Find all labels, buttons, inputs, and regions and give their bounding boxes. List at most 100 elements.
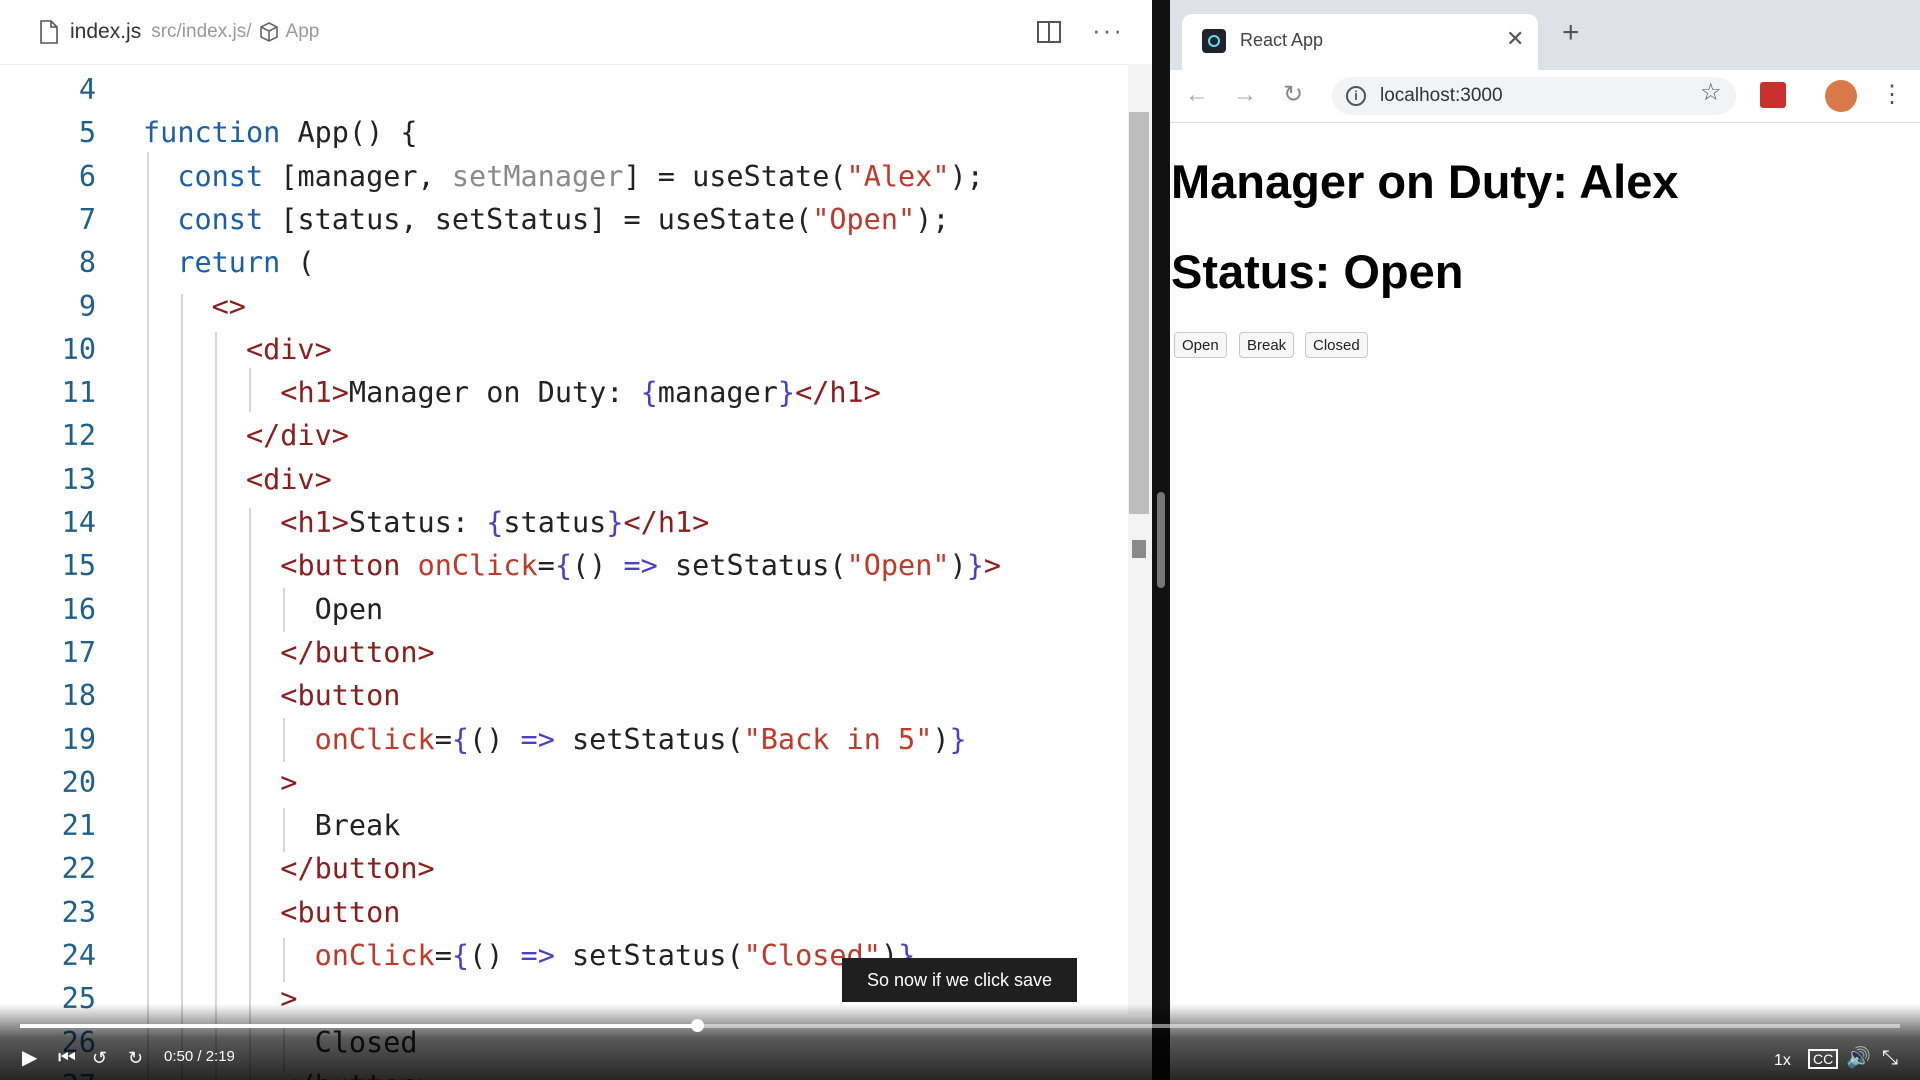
pane-resize-handle[interactable] (1157, 492, 1165, 588)
code-line[interactable]: 14 <h1>Status: {status}</h1> (0, 501, 1128, 544)
code-token: Open (143, 592, 384, 626)
code-line[interactable]: 9 <> (0, 285, 1128, 328)
code-line[interactable]: 23 <button (0, 891, 1128, 934)
line-number: 11 (61, 376, 96, 410)
tab-title: React App (1240, 30, 1324, 50)
code-line[interactable]: 17 </button> (0, 631, 1128, 674)
code-line[interactable]: 21 Break (0, 804, 1128, 847)
code-editor-pane: index.js src/index.js/ App ··· 4 5 functio… (0, 0, 1152, 1080)
address-bar[interactable]: i localhost:3000 (1332, 77, 1736, 115)
playback-speed[interactable]: 1x (1774, 1049, 1791, 1073)
code-text: <h1>Manager on Duty: {manager}</h1> (143, 371, 881, 414)
file-name[interactable]: index.js (70, 20, 141, 44)
code-token: </div> (245, 419, 349, 453)
rewind-10-icon[interactable]: ↺ (92, 1046, 107, 1070)
code-line[interactable]: 13 <div> (0, 458, 1128, 501)
code-token: Break (143, 809, 401, 843)
fullscreen-exit-icon[interactable]: ⤡ (1882, 1046, 1898, 1070)
code-line[interactable]: 16 Open (0, 588, 1128, 631)
code-line[interactable]: 5 function App() { (0, 111, 1128, 154)
skip-back-icon[interactable]: ⏮ (58, 1046, 76, 1070)
line-number: 18 (61, 679, 96, 713)
code-token: <button (280, 679, 401, 713)
code-token: </button> (280, 852, 435, 886)
line-number: 14 (61, 506, 96, 539)
progress-bar[interactable] (20, 1019, 1900, 1032)
volume-icon[interactable]: 🔊 (1846, 1046, 1871, 1070)
symbol-name[interactable]: App (286, 21, 320, 43)
break-button[interactable]: Break (1239, 332, 1295, 358)
video-controls: ▶ ⏮ ↺ ↻ 0:50 / 2:19 1x CC 🔊 ⤡ (0, 1004, 1920, 1080)
back-arrow-icon[interactable]: ← (1182, 80, 1212, 110)
line-number: 24 (61, 939, 96, 972)
code-line[interactable]: 4 (0, 68, 1128, 111)
code-token: () (572, 549, 624, 583)
code-token: <div> (245, 462, 332, 496)
profile-avatar[interactable] (1825, 80, 1857, 112)
code-line[interactable]: 7 const [status, setStatus] = useState("… (0, 198, 1128, 241)
open-button[interactable]: Open (1174, 332, 1227, 358)
line-number: 16 (61, 592, 96, 626)
more-icon[interactable]: ··· (1092, 16, 1124, 44)
code-token: > (280, 765, 298, 799)
code-token: setStatus( (554, 722, 744, 756)
code-token: "Alex" (846, 159, 950, 193)
code-token: Manager on Duty: (348, 376, 641, 410)
code-line[interactable]: 10 <div> (0, 328, 1128, 371)
code-text: return ( (143, 241, 314, 284)
code-text: <> (143, 285, 246, 328)
code-text: </button> (143, 847, 435, 890)
code-token: } (777, 376, 796, 410)
code-line[interactable]: 8 return ( (0, 241, 1128, 284)
code-line[interactable]: 15 <button onClick={() => setStatus("Ope… (0, 544, 1128, 587)
new-tab-icon[interactable]: + (1562, 18, 1580, 48)
browser-tab[interactable]: React App ✕ (1182, 14, 1538, 70)
star-icon[interactable]: ☆ (1700, 78, 1722, 107)
split-editor-icon[interactable] (1035, 18, 1063, 46)
play-icon[interactable]: ▶ (22, 1046, 37, 1070)
code-line[interactable]: 19 onClick={() => setStatus("Back in 5")… (0, 718, 1128, 761)
editor-scrollbar-thumb[interactable] (1129, 112, 1149, 514)
code-token: const (177, 202, 264, 236)
line-number: 6 (78, 159, 96, 193)
code-token: Status: (348, 506, 487, 539)
code-line[interactable]: 18 <button (0, 674, 1128, 717)
code-text: onClick={() => setStatus("Closed")} (143, 934, 916, 977)
progress-scrubber[interactable] (690, 1019, 704, 1032)
extension-icon[interactable] (1760, 82, 1786, 108)
close-tab-icon[interactable]: ✕ (1506, 26, 1524, 52)
url-text[interactable]: localhost:3000 (1380, 85, 1503, 107)
code-text: <button (143, 891, 400, 934)
progress-fill (20, 1024, 697, 1028)
code-line[interactable]: 20 > (0, 761, 1128, 804)
code-line[interactable]: 6 const [manager, setManager] = useState… (0, 155, 1128, 198)
code-line[interactable]: 22 </button> (0, 847, 1128, 890)
code-area[interactable]: 4 5 function App() {6 const [manager, setM… (0, 68, 1128, 1080)
line-number: 9 (78, 289, 96, 323)
code-token: => (520, 939, 555, 972)
forward-10-icon[interactable]: ↻ (128, 1046, 143, 1070)
closed-button[interactable]: Closed (1305, 332, 1368, 358)
line-number: 20 (61, 765, 96, 799)
info-icon[interactable]: i (1346, 86, 1366, 106)
file-path[interactable]: src/index.js/ (151, 21, 251, 43)
line-number: 8 (78, 246, 96, 280)
code-line[interactable]: 12 </div> (0, 414, 1128, 457)
kebab-menu-icon[interactable]: ⋮ (1880, 80, 1904, 109)
browser-tab-strip: React App ✕ + (1170, 0, 1920, 70)
code-line[interactable]: 11 <h1>Manager on Duty: {manager}</h1> (0, 371, 1128, 414)
captions-icon[interactable]: CC (1808, 1049, 1839, 1069)
forward-arrow-icon[interactable]: → (1230, 80, 1260, 110)
code-token: { (451, 939, 470, 972)
code-token: ); (949, 159, 984, 193)
code-token: ); (915, 202, 950, 236)
line-number: 22 (61, 852, 96, 886)
reload-icon[interactable]: ↻ (1278, 80, 1308, 110)
